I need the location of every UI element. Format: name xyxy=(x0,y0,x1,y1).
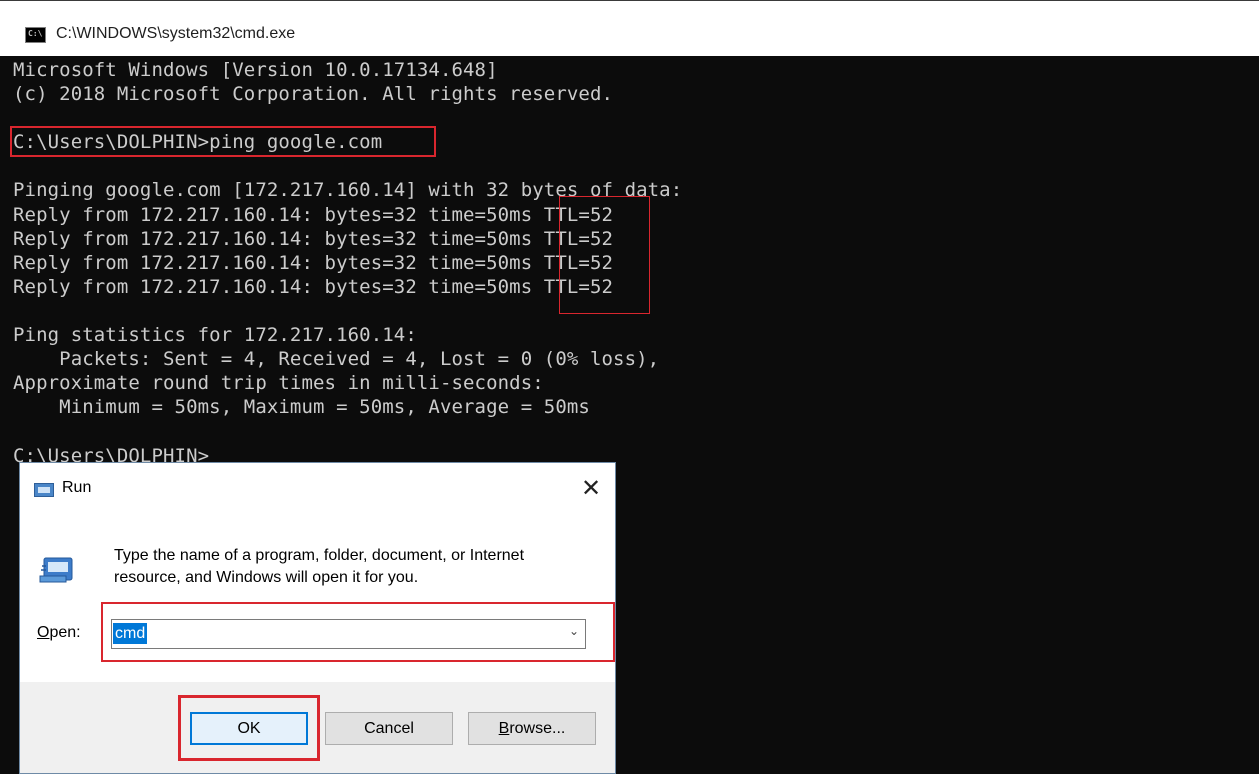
open-label-text: pen: xyxy=(49,624,81,641)
open-label-accelerator: O xyxy=(37,624,50,641)
run-dialog-footer: OK Cancel Browse... xyxy=(20,682,615,773)
console-line: Approximate round trip times in milli-se… xyxy=(13,372,544,395)
cmd-window-title: C:\WINDOWS\system32\cmd.exe xyxy=(56,25,296,42)
console-line: Packets: Sent = 4, Received = 4, Lost = … xyxy=(13,348,660,371)
browse-accelerator: B xyxy=(498,720,510,737)
run-dialog-title: Run xyxy=(62,479,92,496)
console-line: Ping statistics for 172.217.160.14: xyxy=(13,324,417,347)
close-icon[interactable]: ✕ xyxy=(575,473,607,505)
ttl-highlight-box xyxy=(559,196,650,314)
open-field-highlight-box xyxy=(101,602,615,662)
browse-button[interactable]: Browse... xyxy=(468,712,596,745)
browse-text: rowse... xyxy=(509,720,566,737)
ok-button-highlight-box xyxy=(178,695,320,761)
cmd-title-bar[interactable]: C:\WINDOWS\system32\cmd.exe xyxy=(0,0,1259,56)
run-dialog: Run ✕ Type the name of a program, folder… xyxy=(19,462,616,774)
console-line: Minimum = 50ms, Maximum = 50ms, Average … xyxy=(13,396,590,419)
console-app-icon xyxy=(25,27,46,43)
run-program-icon xyxy=(39,557,73,583)
open-label: Open: xyxy=(37,624,81,642)
desktop-screen: C:\WINDOWS\system32\cmd.exe Microsoft Wi… xyxy=(0,0,1259,774)
run-app-icon xyxy=(34,483,54,497)
command-highlight-box xyxy=(10,126,436,157)
console-line: Microsoft Windows [Version 10.0.17134.64… xyxy=(13,59,498,81)
run-description: Type the name of a program, folder, docu… xyxy=(114,547,525,586)
cancel-button[interactable]: Cancel xyxy=(325,712,453,745)
console-line: (c) 2018 Microsoft Corporation. All righ… xyxy=(13,83,614,106)
